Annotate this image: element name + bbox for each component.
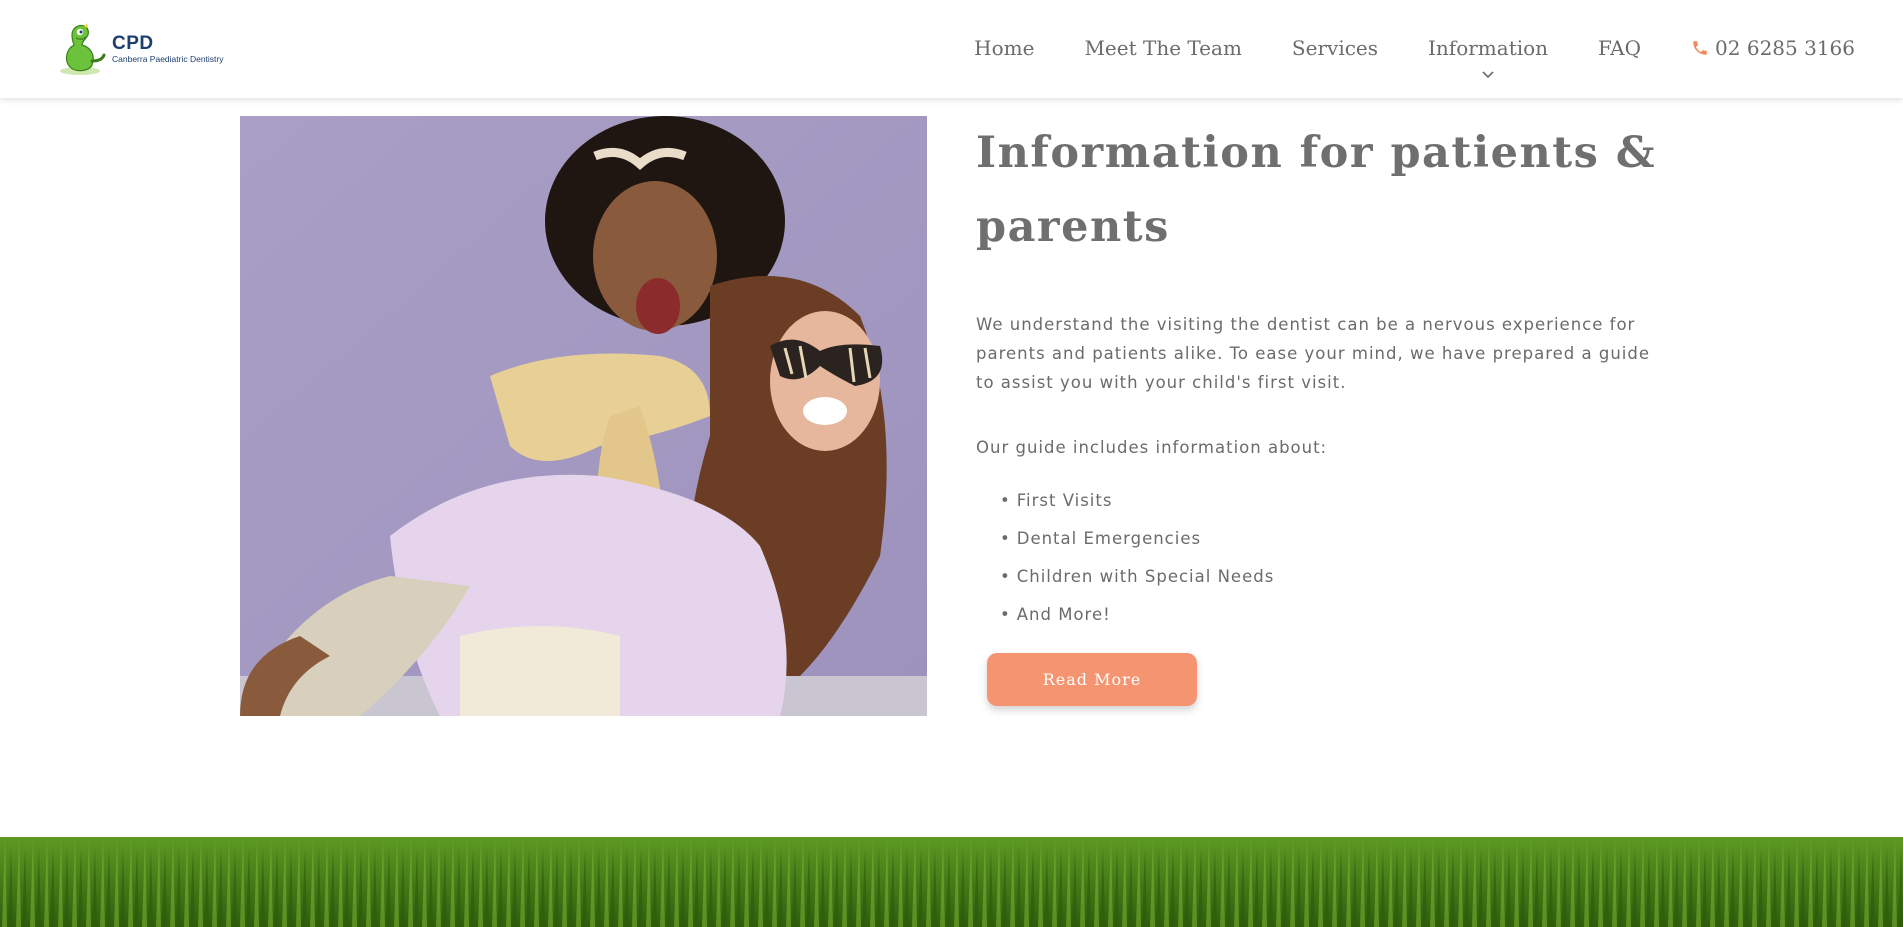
nav-home[interactable]: Home <box>974 36 1034 60</box>
intro-text: We understand the visiting the dentist c… <box>976 315 1650 392</box>
site-header: CPD Canberra Paediatric Dentistry Home M… <box>0 0 1903 98</box>
nav-faq[interactable]: FAQ <box>1598 36 1641 60</box>
list-item: Children with Special Needs <box>1000 558 1666 596</box>
list-item: First Visits <box>1000 482 1666 520</box>
dinosaur-logo-icon <box>56 21 108 77</box>
nav-information-label: Information <box>1428 36 1549 60</box>
guide-list: First Visits Dental Emergencies Children… <box>1000 482 1666 634</box>
chevron-down-icon <box>1482 71 1494 79</box>
main-nav: Home Meet The Team Services Information … <box>924 36 1855 79</box>
list-item: And More! <box>1000 596 1666 634</box>
list-item: Dental Emergencies <box>1000 520 1666 558</box>
info-section: Information for patients & parents We un… <box>976 116 1666 634</box>
grass-banner <box>0 837 1903 927</box>
logo[interactable]: CPD Canberra Paediatric Dentistry <box>56 20 236 78</box>
nav-meet-the-team[interactable]: Meet The Team <box>1084 36 1241 60</box>
hero-photo <box>240 116 927 716</box>
nav-information[interactable]: Information <box>1428 36 1549 79</box>
phone-link[interactable]: 02 6285 3166 <box>1691 36 1855 60</box>
phone-number: 02 6285 3166 <box>1715 36 1855 60</box>
page-title: Information for patients & parents <box>976 128 1657 252</box>
logo-subtitle: Canberra Paediatric Dentistry <box>112 53 224 64</box>
guide-intro-text: Our guide includes information about: <box>976 438 1328 457</box>
read-more-button[interactable]: Read More <box>987 653 1197 706</box>
logo-title: CPD <box>112 32 154 54</box>
nav-services[interactable]: Services <box>1292 36 1378 60</box>
phone-icon <box>1693 41 1707 55</box>
